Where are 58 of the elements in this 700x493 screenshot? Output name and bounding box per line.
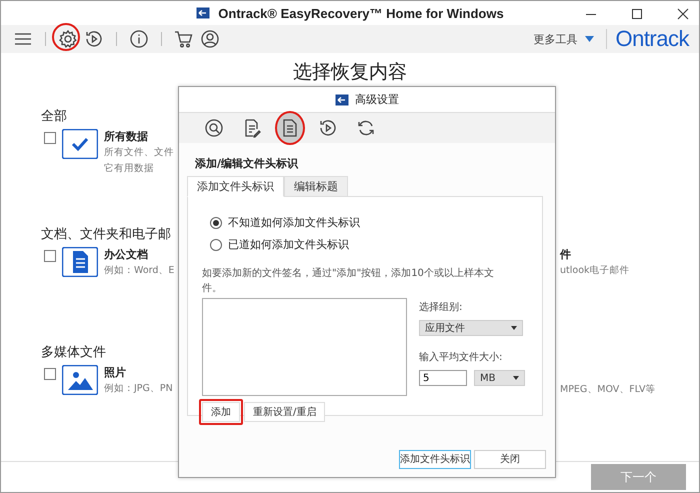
item-description: 例如：Word、E	[104, 264, 174, 278]
item-description: 例如：JPG、PN	[104, 382, 173, 396]
field-label: 选择组别:	[419, 300, 464, 314]
item-title: 所有数据	[104, 129, 149, 146]
dropdown-caret-icon	[513, 376, 519, 380]
checkbox[interactable]	[44, 368, 56, 380]
item-title: 件	[560, 247, 572, 264]
toolbar-tab[interactable]	[275, 111, 305, 146]
document-tile-icon	[62, 247, 98, 278]
dropdown-caret-icon	[585, 36, 594, 42]
item-description: utlook电子邮件	[560, 264, 630, 278]
user-icon[interactable]	[200, 29, 220, 50]
group-dropdown[interactable]: 应用文件	[419, 320, 523, 336]
more-tools-dropdown[interactable]: 更多工具	[533, 32, 594, 47]
tab[interactable]: 编辑标题	[284, 176, 348, 198]
dropdown-caret-icon	[511, 326, 517, 330]
checkbox[interactable]	[44, 132, 56, 144]
app-icon	[335, 92, 349, 107]
add-button[interactable]: 添加	[202, 402, 240, 422]
cart-icon[interactable]	[174, 29, 194, 50]
tab[interactable]: 添加文件头标识	[187, 176, 284, 198]
image-tile-icon	[62, 365, 98, 396]
ontrack-logo: Ontrack	[615, 26, 689, 52]
instructions-text: 如要添加新的文件签名，通过"添加"按钮，添加10个或以上样本文件。	[202, 266, 495, 296]
close-icon[interactable]	[677, 8, 689, 20]
radio-label: 不知道如何添加文件头标识	[228, 215, 360, 230]
check-tile-icon	[62, 129, 98, 160]
section-heading: 添加/编辑文件头标识	[195, 156, 300, 172]
radio-button[interactable]	[210, 238, 222, 251]
close-button[interactable]: 关闭	[474, 450, 546, 469]
unit-dropdown[interactable]: MB	[474, 370, 525, 386]
window-title: Ontrack® EasyRecovery™ Home for Windows	[218, 6, 504, 21]
radio-button[interactable]	[210, 216, 222, 229]
item-description: 所有文件、文件	[104, 146, 174, 160]
section-title: 多媒体文件	[41, 344, 106, 362]
replay-icon[interactable]	[318, 118, 338, 138]
item-title: 办公文档	[104, 247, 149, 264]
add-signature-button[interactable]: 添加文件头标识	[399, 450, 471, 469]
search-icon[interactable]	[204, 118, 224, 138]
app-icon	[196, 6, 210, 20]
highlight-rectangle	[199, 399, 243, 426]
replay-icon[interactable]	[84, 29, 104, 50]
page-heading: 选择恢复内容	[292, 60, 408, 86]
section-title: 文档、文件夹和电子邮	[41, 226, 171, 244]
highlight-circle	[52, 23, 80, 52]
field-label: 输入平均文件大小:	[419, 350, 504, 364]
section-title: 全部	[41, 108, 67, 126]
item-description: 它有用数据	[104, 162, 155, 176]
item-title: 照片	[104, 365, 127, 382]
size-field[interactable]: 5	[419, 370, 467, 386]
reset-button[interactable]: 重新设置/重启	[244, 402, 326, 422]
maximize-icon[interactable]	[631, 8, 643, 20]
settings-icon[interactable]	[58, 29, 78, 50]
radio-label: 已道如何添加文件头标识	[228, 237, 349, 252]
item-description: MPEG、MOV、FLV等	[560, 383, 656, 398]
checkbox[interactable]	[44, 250, 56, 262]
dialog-title: 高级设置	[355, 92, 399, 108]
info-icon[interactable]	[129, 29, 149, 50]
